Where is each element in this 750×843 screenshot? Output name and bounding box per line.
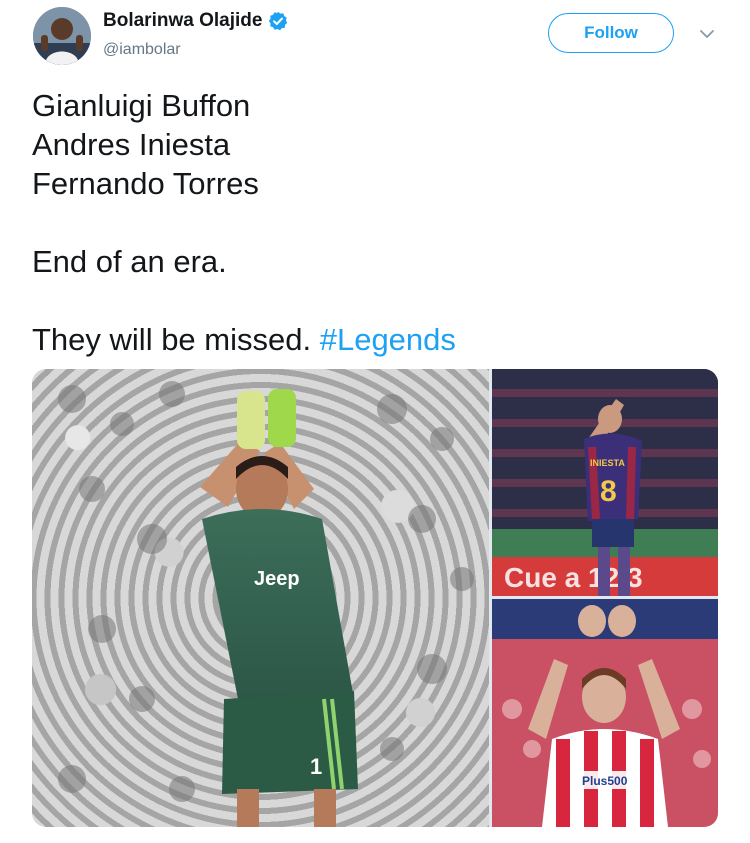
tweet-line: Gianluigi Buffon bbox=[32, 88, 251, 123]
jersey-sponsor: Jeep bbox=[254, 568, 300, 590]
tweet-line: They will be missed. #Legends bbox=[32, 320, 456, 359]
user-handle[interactable]: @iambolar bbox=[103, 41, 181, 59]
tweet-line: End of an era. bbox=[32, 244, 227, 279]
hashtag-link[interactable]: #Legends bbox=[320, 322, 456, 357]
verified-badge-icon bbox=[268, 11, 288, 31]
tweet-line: Andres Iniesta bbox=[32, 127, 231, 162]
chevron-down-icon[interactable] bbox=[699, 27, 715, 39]
user-name-row[interactable]: Bolarinwa Olajide bbox=[103, 10, 288, 32]
jersey-sponsor: Plus500 bbox=[582, 774, 628, 788]
tweet-line: Fernando Torres bbox=[32, 166, 259, 201]
tweet-line-text: They will be missed. bbox=[32, 322, 312, 357]
media-grid: Jeep 1 Cue a 12 3 INIESTA 8 Plus500 bbox=[32, 369, 718, 827]
display-name[interactable]: Bolarinwa Olajide bbox=[103, 10, 262, 32]
media-image-torres[interactable]: Plus500 bbox=[492, 599, 718, 827]
jersey-number: 8 bbox=[600, 475, 617, 508]
follow-button[interactable]: Follow bbox=[548, 13, 674, 53]
media-image-buffon[interactable]: Jeep 1 bbox=[32, 369, 489, 827]
media-image-iniesta[interactable]: Cue a 12 3 INIESTA 8 bbox=[492, 369, 718, 596]
tweet-text: Gianluigi Buffon Andres Iniesta Fernando… bbox=[32, 86, 456, 359]
tweet-spacer bbox=[32, 281, 456, 320]
jersey-name: INIESTA bbox=[590, 458, 625, 468]
tweet-spacer bbox=[32, 203, 456, 242]
jersey-number: 1 bbox=[310, 754, 322, 779]
avatar[interactable] bbox=[33, 7, 91, 65]
